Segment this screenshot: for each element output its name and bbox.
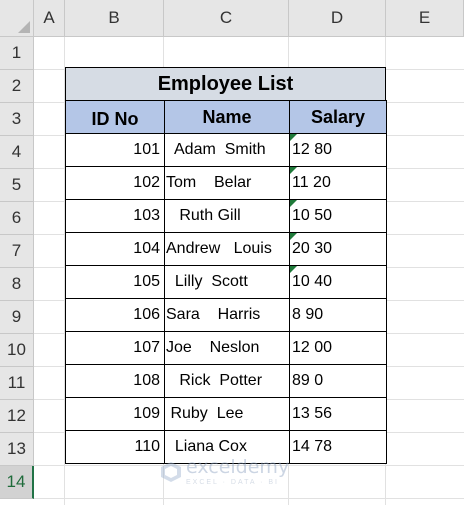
row-header-1[interactable]: 1 bbox=[0, 37, 34, 70]
cell-id-no-text: 109 bbox=[133, 405, 160, 422]
cell-name[interactable]: Ruby Lee bbox=[164, 397, 290, 431]
column-header-b[interactable]: B bbox=[65, 0, 164, 37]
cell-salary-text: 8 90 bbox=[292, 306, 324, 323]
cell-id-no[interactable]: 110 bbox=[65, 430, 165, 464]
cell-name-text: Joe Neslon bbox=[166, 339, 260, 356]
row-header-4[interactable]: 4 bbox=[0, 136, 34, 169]
row-header-2[interactable]: 2 bbox=[0, 70, 34, 103]
cell-salary-text: 10 50 bbox=[292, 207, 333, 224]
cell-id-no-text: 108 bbox=[133, 372, 160, 389]
watermark-tagline: EXCEL · DATA · BI bbox=[186, 479, 279, 486]
cell-name-text: Adam Smith bbox=[166, 141, 266, 158]
cell-salary-text: 12 00 bbox=[292, 339, 333, 356]
cell-id-no[interactable]: 101 bbox=[65, 133, 165, 167]
column-header-d[interactable]: D bbox=[289, 0, 386, 37]
cell-id-no[interactable]: 107 bbox=[65, 331, 165, 365]
cell-id-no[interactable]: 106 bbox=[65, 298, 165, 332]
cell-salary-text: 20 30 bbox=[292, 240, 333, 257]
row-header-11[interactable]: 11 bbox=[0, 367, 34, 400]
cell-salary-text: 11 20 bbox=[292, 174, 331, 191]
cell-name[interactable]: Tom Belar bbox=[164, 166, 290, 200]
cell-salary-text: 14 78 bbox=[292, 438, 333, 455]
cell-name-text: Lilly Scott bbox=[166, 273, 248, 290]
cell-name[interactable]: Sara Harris bbox=[164, 298, 290, 332]
cell-id-no-text: 110 bbox=[134, 438, 160, 455]
cell-name-text: Rick Potter bbox=[166, 372, 263, 389]
number-as-text-indicator-icon[interactable] bbox=[290, 167, 297, 174]
row-header-10[interactable]: 10 bbox=[0, 334, 34, 367]
cell-id-no[interactable]: 109 bbox=[65, 397, 165, 431]
cell-name[interactable]: Joe Neslon bbox=[164, 331, 290, 365]
cell-id-no-text: 105 bbox=[133, 273, 160, 290]
number-as-text-indicator-icon[interactable] bbox=[290, 134, 297, 141]
column-header-a[interactable]: A bbox=[34, 0, 65, 37]
cell-salary[interactable]: 10 40 bbox=[289, 265, 387, 299]
row-header-7[interactable]: 7 bbox=[0, 235, 34, 268]
cell-name-text: Liana Cox bbox=[166, 438, 247, 455]
spreadsheet: ABCDE 1 2 3 4 5 6 7 8 9 10 11 12 13 14 Employee List … bbox=[0, 0, 464, 505]
cell-id-no[interactable]: 108 bbox=[65, 364, 165, 398]
select-all-corner[interactable] bbox=[0, 0, 34, 37]
cell-id-no-text: 102 bbox=[133, 174, 160, 191]
row-header-5[interactable]: 5 bbox=[0, 169, 34, 202]
number-as-text-indicator-icon[interactable] bbox=[290, 200, 297, 207]
cell-id-no-text: 101 bbox=[133, 141, 160, 158]
cell-salary[interactable]: 20 30 bbox=[289, 232, 387, 266]
cell-name[interactable]: Lilly Scott bbox=[164, 265, 290, 299]
cell-id-no[interactable]: 105 bbox=[65, 265, 165, 299]
row-header-3[interactable]: 3 bbox=[0, 103, 34, 136]
row-header-14[interactable]: 14 bbox=[0, 466, 34, 499]
cell-name[interactable]: Adam Smith bbox=[164, 133, 290, 167]
column-header-e[interactable]: E bbox=[386, 0, 464, 37]
cell-salary[interactable]: 12 80 bbox=[289, 133, 387, 167]
cell-name-text: Ruth Gill bbox=[166, 207, 241, 224]
cell-name[interactable]: Andrew Louis bbox=[164, 232, 290, 266]
cell-salary[interactable]: 10 50 bbox=[289, 199, 387, 233]
number-as-text-indicator-icon[interactable] bbox=[290, 233, 297, 240]
gridline-horizontal bbox=[34, 498, 464, 499]
row-header-6[interactable]: 6 bbox=[0, 202, 34, 235]
row-header-12[interactable]: 12 bbox=[0, 400, 34, 433]
exceldemy-watermark: exceldemy EXCEL · DATA · BI bbox=[160, 458, 289, 486]
cell-salary[interactable]: 89 0 bbox=[289, 364, 387, 398]
cell-id-no[interactable]: 104 bbox=[65, 232, 165, 266]
number-as-text-indicator-icon[interactable] bbox=[290, 266, 297, 273]
cell-name-text: Andrew Louis bbox=[166, 240, 272, 257]
cell-salary-text: 10 40 bbox=[292, 273, 333, 290]
column-header-c[interactable]: C bbox=[164, 0, 289, 37]
cell-id-no-text: 107 bbox=[133, 339, 160, 356]
cell-salary-text: 13 56 bbox=[292, 405, 333, 422]
cell-name[interactable]: Ruth Gill bbox=[164, 199, 290, 233]
cell-id-no[interactable]: 102 bbox=[65, 166, 165, 200]
header-salary[interactable]: Salary bbox=[289, 100, 387, 134]
cell-salary-text: 89 0 bbox=[292, 372, 324, 389]
row-header-8[interactable]: 8 bbox=[0, 268, 34, 301]
row-header-13[interactable]: 13 bbox=[0, 433, 34, 466]
watermark-name: exceldemy bbox=[186, 456, 290, 478]
table-title[interactable]: Employee List bbox=[65, 67, 386, 101]
cell-salary[interactable]: 13 56 bbox=[289, 397, 387, 431]
cell-name-text: Sara Harris bbox=[166, 306, 261, 323]
cell-id-no-text: 106 bbox=[133, 306, 160, 323]
header-name[interactable]: Name bbox=[164, 100, 290, 134]
cell-salary[interactable]: 11 20 bbox=[289, 166, 387, 200]
cell-salary[interactable]: 8 90 bbox=[289, 298, 387, 332]
cell-name-text: Tom Belar bbox=[166, 174, 252, 191]
cell-salary-text: 12 80 bbox=[292, 141, 333, 158]
cell-salary[interactable]: 14 78 bbox=[289, 430, 387, 464]
cell-id-no-text: 104 bbox=[133, 240, 160, 257]
cell-id-no[interactable]: 103 bbox=[65, 199, 165, 233]
exceldemy-logo-icon bbox=[161, 462, 181, 482]
cell-name-text: Ruby Lee bbox=[166, 405, 244, 422]
cell-name[interactable]: Rick Potter bbox=[164, 364, 290, 398]
cell-id-no-text: 103 bbox=[133, 207, 160, 224]
header-id-no[interactable]: ID No bbox=[65, 100, 165, 134]
row-header-9[interactable]: 9 bbox=[0, 301, 34, 334]
cell-salary[interactable]: 12 00 bbox=[289, 331, 387, 365]
